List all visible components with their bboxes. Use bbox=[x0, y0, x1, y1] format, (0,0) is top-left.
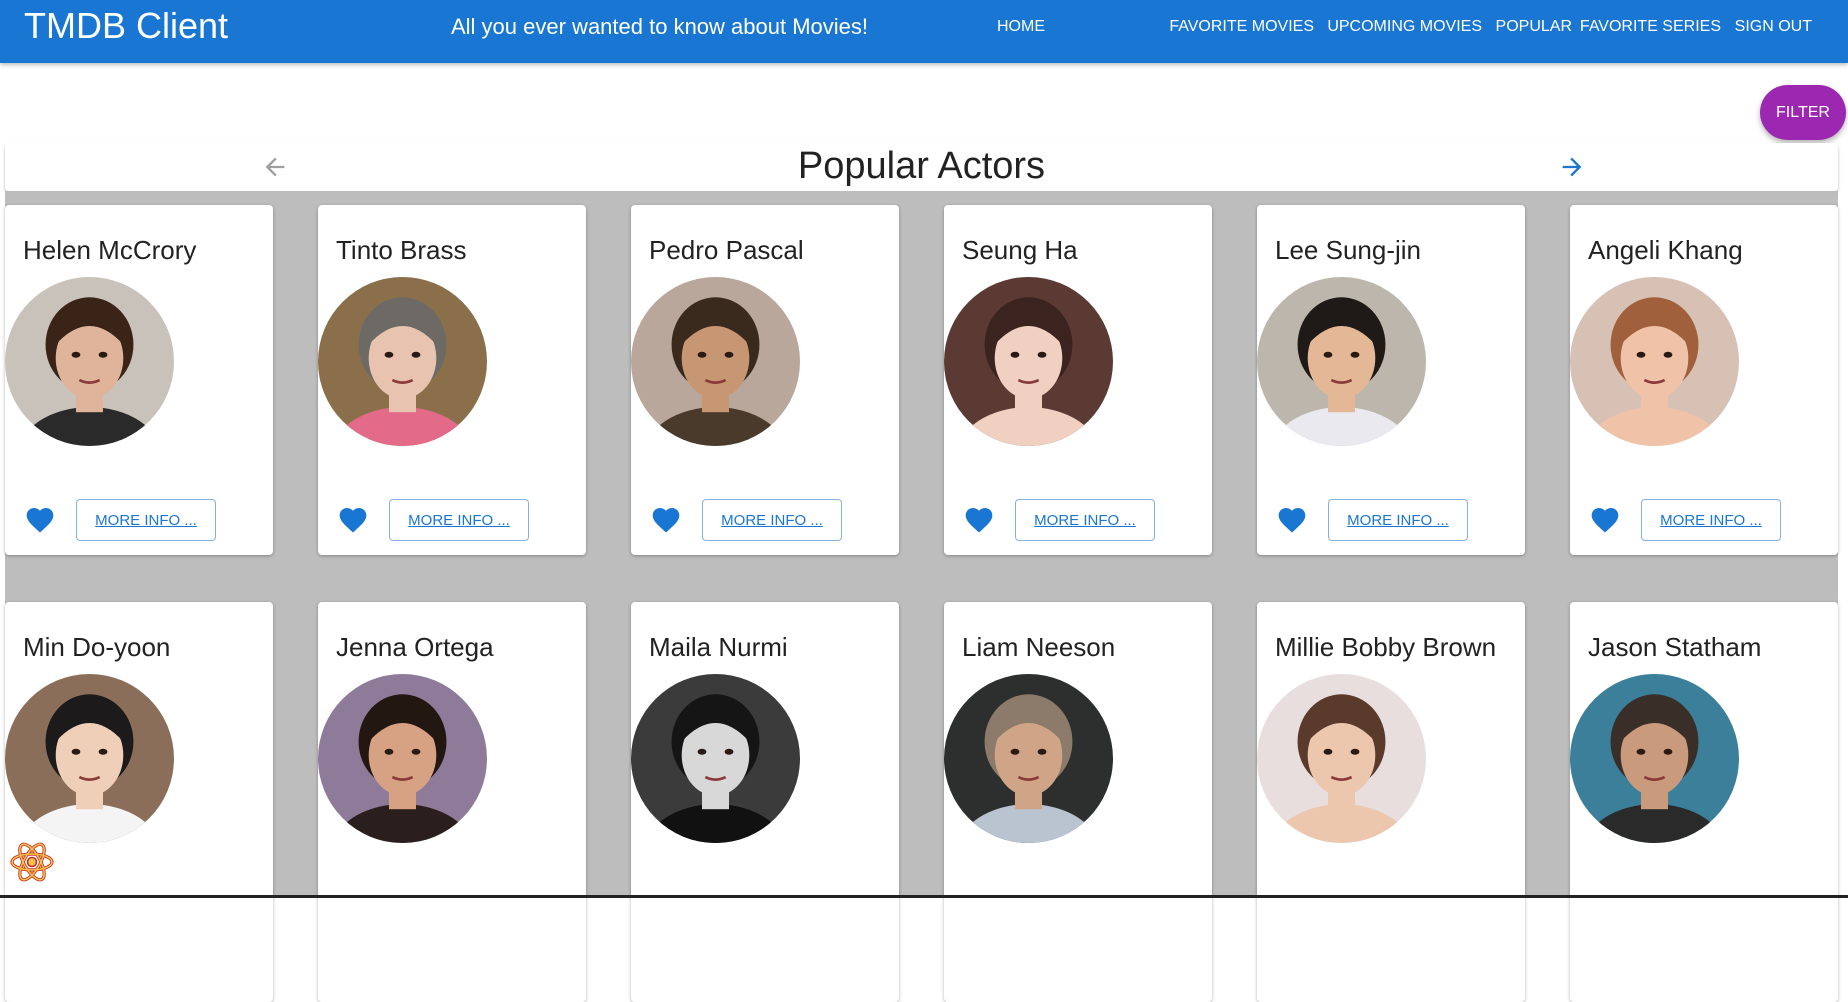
actor-card: Millie Bobby Brown bbox=[1257, 602, 1525, 1002]
heart-icon[interactable] bbox=[1275, 504, 1309, 536]
actor-name: Lee Sung-jin bbox=[1275, 235, 1421, 265]
actor-photo bbox=[5, 674, 174, 843]
actor-card: Jason Statham bbox=[1570, 602, 1838, 1002]
actor-name: Min Do-yoon bbox=[23, 632, 171, 662]
heart-icon[interactable] bbox=[1588, 504, 1622, 536]
actor-photo bbox=[5, 277, 174, 446]
heart-icon[interactable] bbox=[962, 504, 996, 536]
more-info-button[interactable]: MORE INFO ... bbox=[76, 499, 216, 541]
more-info-button[interactable]: MORE INFO ... bbox=[1328, 499, 1468, 541]
filter-button[interactable]: Filter bbox=[1760, 85, 1846, 140]
actor-name: Millie Bobby Brown bbox=[1275, 632, 1497, 662]
actor-photo bbox=[1257, 277, 1426, 446]
actor-name: Jenna Ortega bbox=[336, 632, 494, 662]
actor-name: Liam Neeson bbox=[962, 632, 1116, 662]
page-header: Popular Actors bbox=[5, 143, 1838, 191]
actor-photo bbox=[631, 277, 800, 446]
actor-name: Tinto Brass bbox=[336, 235, 467, 265]
more-info-button[interactable]: MORE INFO ... bbox=[1641, 499, 1781, 541]
actor-card: Liam Neeson bbox=[944, 602, 1212, 1002]
nav-popular[interactable]: Popular bbox=[1496, 16, 1572, 38]
more-info-button[interactable]: MORE INFO ... bbox=[702, 499, 842, 541]
arrow-right-icon[interactable] bbox=[1558, 153, 1586, 181]
actor-grid: Helen McCrory MORE INFO ... Tinto Brass MOR… bbox=[5, 191, 1838, 1002]
actor-card: Helen McCrory MORE INFO ... bbox=[5, 205, 273, 555]
actor-card: Seung Ha MORE INFO ... bbox=[944, 205, 1212, 555]
tagline: All you ever wanted to know about Movies… bbox=[451, 14, 869, 39]
nav-favorite-series[interactable]: Favorite Series bbox=[1580, 16, 1721, 38]
actor-photo bbox=[1257, 674, 1426, 843]
actor-name: Helen McCrory bbox=[23, 235, 197, 265]
actor-card: Min Do-yoon bbox=[5, 602, 273, 1002]
actor-card: Lee Sung-jin MORE INFO ... bbox=[1257, 205, 1525, 555]
brand-title: TMDB Client bbox=[24, 5, 229, 46]
nav-home[interactable]: Home bbox=[997, 16, 1045, 38]
actor-card: Maila Nurmi bbox=[631, 602, 899, 1002]
nav-sign-out[interactable]: Sign Out bbox=[1735, 16, 1812, 38]
actor-card: Pedro Pascal MORE INFO ... bbox=[631, 205, 899, 555]
actor-name: Maila Nurmi bbox=[649, 632, 788, 662]
actor-photo bbox=[631, 674, 800, 843]
heart-icon[interactable] bbox=[336, 504, 370, 536]
nav-upcoming-movies[interactable]: Upcoming Movies bbox=[1327, 16, 1482, 38]
app-bar: TMDB Client All you ever wanted to know … bbox=[0, 0, 1848, 63]
react-logo-icon[interactable] bbox=[8, 838, 56, 886]
heart-icon[interactable] bbox=[649, 504, 683, 536]
actor-card: Tinto Brass MORE INFO ... bbox=[318, 205, 586, 555]
more-info-button[interactable]: MORE INFO ... bbox=[1015, 499, 1155, 541]
actor-photo bbox=[944, 674, 1113, 843]
actor-photo bbox=[318, 277, 487, 446]
actor-card: Jenna Ortega bbox=[318, 602, 586, 1002]
actor-card: Angeli Khang MORE INFO ... bbox=[1570, 205, 1838, 555]
actor-photo bbox=[1570, 674, 1739, 843]
nav-favorite-movies[interactable]: Favorite Movies bbox=[1169, 16, 1314, 38]
more-info-button[interactable]: MORE INFO ... bbox=[389, 499, 529, 541]
actor-name: Seung Ha bbox=[962, 235, 1078, 265]
actor-name: Jason Statham bbox=[1588, 632, 1762, 662]
actor-photo bbox=[1570, 277, 1739, 446]
actor-name: Pedro Pascal bbox=[649, 235, 804, 265]
actor-photo bbox=[944, 277, 1113, 446]
actor-photo bbox=[318, 674, 487, 843]
actor-name: Angeli Khang bbox=[1588, 235, 1743, 265]
heart-icon[interactable] bbox=[23, 504, 57, 536]
